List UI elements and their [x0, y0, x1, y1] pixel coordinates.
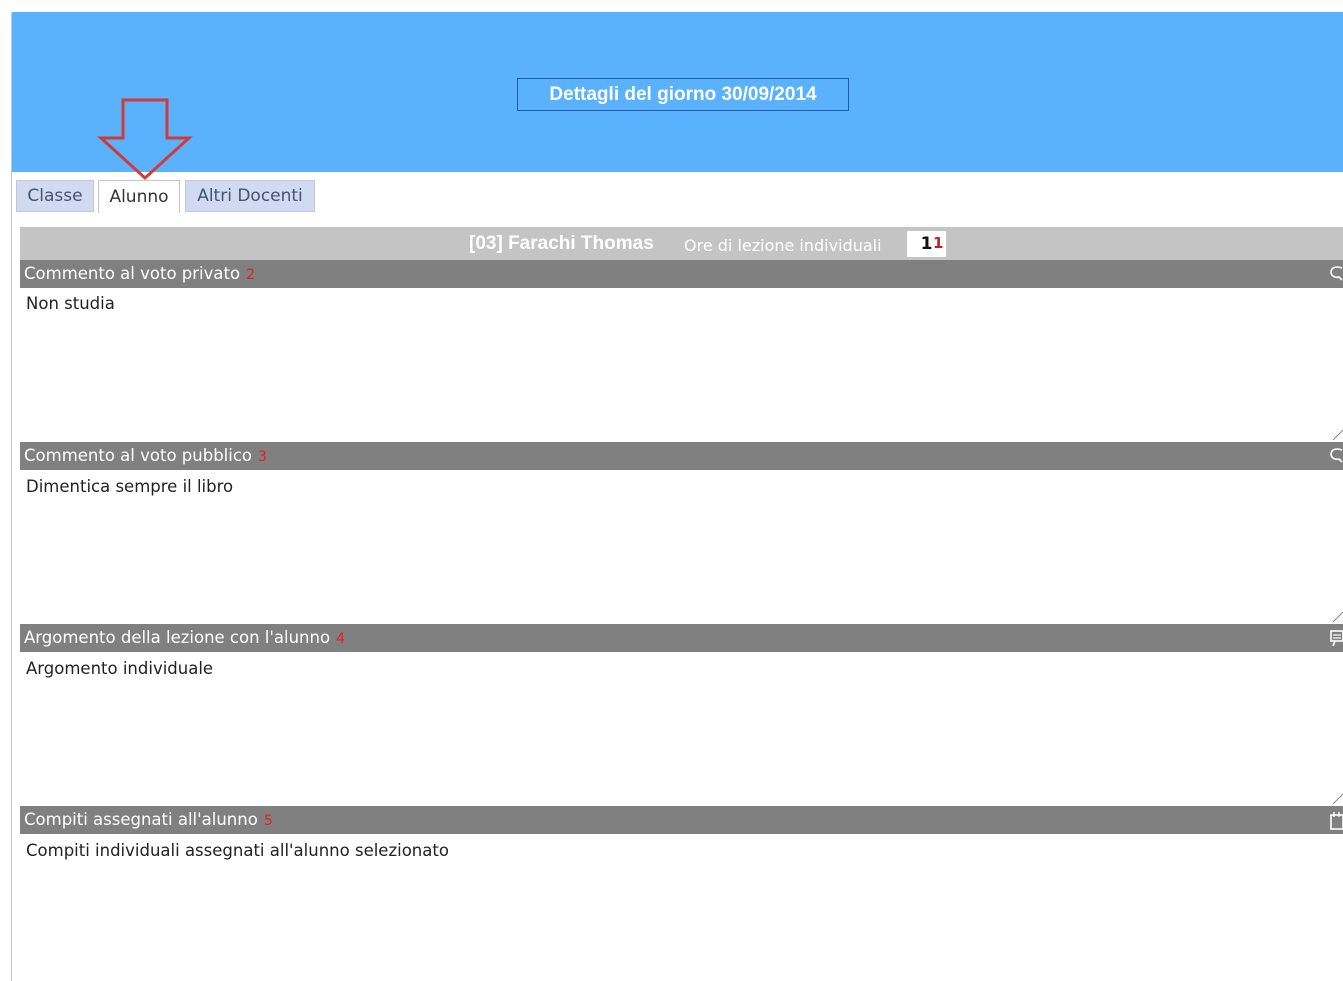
resize-handle-icon[interactable]	[1333, 794, 1343, 804]
tab-alunno[interactable]: Alunno	[98, 180, 180, 213]
comment-icon[interactable]	[1325, 445, 1343, 467]
marker-4: 4	[336, 631, 345, 647]
student-bar: [03] Farachi Thomas Ore di lezione indiv…	[20, 227, 1343, 260]
section-bar-lesson-topic: Argomento della lezione con l'alunno 4	[20, 624, 1343, 652]
student-name: [03] Farachi Thomas	[469, 233, 654, 254]
comment-icon[interactable]	[1325, 263, 1343, 285]
section-bar-private-comment: Commento al voto privato 2	[20, 260, 1343, 288]
section-bar-public-comment: Commento al voto pubblico 3	[20, 442, 1343, 470]
marker-2: 2	[246, 267, 255, 283]
page-title: Dettagli del giorno 30/09/2014	[517, 78, 849, 111]
tab-label: Altri Docenti	[197, 186, 303, 206]
section-title: Commento al voto pubblico 3	[24, 446, 267, 465]
private-comment-text[interactable]: Non studia	[26, 294, 115, 313]
down-arrow-outline-icon	[97, 98, 193, 181]
section-bar-homework: Compiti assegnati all'alunno 5	[20, 806, 1343, 834]
resize-handle-icon[interactable]	[1333, 430, 1343, 440]
tab-label: Alunno	[109, 187, 169, 207]
hours-label: Ore di lezione individuali	[684, 236, 882, 255]
resize-handle-icon[interactable]	[1333, 612, 1343, 622]
marker-5: 5	[263, 813, 273, 829]
tab-label: Classe	[27, 186, 83, 206]
public-comment-text[interactable]: Dimentica sempre il libro	[26, 477, 233, 496]
tab-altri-docenti[interactable]: Altri Docenti	[185, 180, 315, 212]
section-title: Argomento della lezione con l'alunno 4	[24, 628, 345, 647]
section-title: Commento al voto privato 2	[24, 264, 255, 283]
homework-icon[interactable]	[1325, 809, 1343, 831]
homework-text[interactable]: Compiti individuali assegnati all'alunno…	[26, 841, 449, 860]
marker-1: 1	[933, 234, 944, 252]
lesson-topic-text[interactable]: Argomento individuale	[26, 659, 213, 678]
tab-classe[interactable]: Classe	[16, 180, 94, 212]
topic-icon[interactable]	[1325, 627, 1343, 649]
section-title: Compiti assegnati all'alunno 5	[24, 810, 273, 829]
marker-3: 3	[258, 449, 267, 465]
